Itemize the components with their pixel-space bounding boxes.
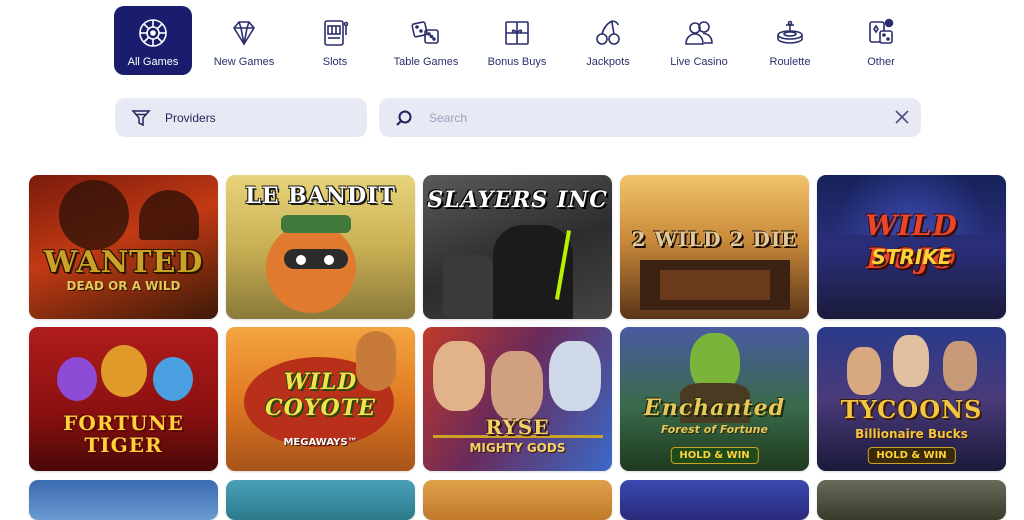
nav-label: Slots xyxy=(322,56,348,68)
game-subtitle: TIGER xyxy=(84,433,163,457)
search-input[interactable] xyxy=(427,109,871,126)
nav-item-jackpots[interactable]: Jackpots xyxy=(569,6,647,75)
game-subtitle: MIGHTY GODS xyxy=(469,441,566,455)
nav-label: Jackpots xyxy=(586,56,630,68)
game-tile-ryse-mighty-gods[interactable]: RYSE MIGHTY GODS xyxy=(423,327,612,471)
cards-dice-icon xyxy=(864,16,898,50)
game-tile-slayers-inc[interactable]: SLAYERS INC xyxy=(423,175,612,319)
game-tile[interactable] xyxy=(423,480,612,520)
nav-label: Bonus Buys xyxy=(487,56,547,68)
game-title: LE BANDIT xyxy=(245,183,396,209)
game-tile[interactable] xyxy=(620,480,809,520)
game-grid: WANTED DEAD OR A WILD LE BANDIT SLAYERS … xyxy=(29,175,1007,520)
nav-item-roulette[interactable]: Roulette xyxy=(751,6,829,75)
game-title: FORTUNE xyxy=(63,411,184,435)
game-tile-wanted[interactable]: WANTED DEAD OR A WILD xyxy=(29,175,218,319)
dice-icon xyxy=(409,16,443,50)
cherries-icon xyxy=(591,16,625,50)
game-title: WILD COYOTE xyxy=(265,369,376,421)
search-icon xyxy=(396,110,412,126)
game-tile[interactable] xyxy=(29,480,218,520)
search-bar xyxy=(379,98,921,137)
nav-item-other[interactable]: Other xyxy=(842,6,920,75)
nav-label: Roulette xyxy=(769,56,811,68)
providers-dropdown[interactable]: Providers xyxy=(115,98,367,137)
category-nav: All Games New Games Slots Table Games Bo… xyxy=(114,6,914,75)
filter-icon xyxy=(131,109,151,126)
nav-item-table-games[interactable]: Table Games xyxy=(387,6,465,75)
game-tile[interactable] xyxy=(817,480,1006,520)
nav-label: Other xyxy=(867,56,895,68)
nav-item-new-games[interactable]: New Games xyxy=(205,6,283,75)
game-tile-wild-coyote[interactable]: WILD COYOTE MEGAWAYS™ xyxy=(226,327,415,471)
roulette-wheel-icon xyxy=(136,16,170,50)
game-subtitle: DEAD OR A WILD xyxy=(66,279,181,293)
diamond-icon xyxy=(227,16,261,50)
nav-label: All Games xyxy=(127,56,179,68)
nav-item-all-games[interactable]: All Games xyxy=(114,6,192,75)
game-title: TYCOONS xyxy=(840,395,983,424)
game-title: WANTED xyxy=(43,245,204,280)
game-subtitle: Forest of Fortune xyxy=(661,423,768,436)
nav-label: Table Games xyxy=(393,56,459,68)
providers-label: Providers xyxy=(165,110,216,125)
game-subtitle: MEGAWAYS™ xyxy=(283,437,358,448)
game-tile-tycoons[interactable]: TYCOONS Billionaire Bucks HOLD & WIN xyxy=(817,327,1006,471)
game-subtitle: Billionaire Bucks xyxy=(855,427,968,441)
game-title: Enchanted xyxy=(644,395,785,421)
hold-and-win-badge: HOLD & WIN xyxy=(670,447,759,464)
gift-box-icon xyxy=(500,16,534,50)
game-tile-wild-dojo-strike[interactable]: WILD DOJO STRIKE xyxy=(817,175,1006,319)
game-title: RYSE xyxy=(485,415,550,439)
nav-item-bonus-buys[interactable]: Bonus Buys xyxy=(478,6,556,75)
game-tile[interactable] xyxy=(226,480,415,520)
game-tile-fortune-tiger[interactable]: FORTUNE TIGER xyxy=(29,327,218,471)
nav-label: New Games xyxy=(213,56,275,68)
game-tile-le-bandit[interactable]: LE BANDIT xyxy=(226,175,415,319)
game-tile-2-wild-2-die[interactable]: 2 WILD 2 DIE xyxy=(620,175,809,319)
game-title: 2 WILD 2 DIE xyxy=(631,227,798,251)
nav-item-live-casino[interactable]: Live Casino xyxy=(660,6,738,75)
nav-item-slots[interactable]: Slots xyxy=(296,6,374,75)
people-icon xyxy=(682,16,716,50)
hold-and-win-badge: HOLD & WIN xyxy=(867,447,956,464)
slot-machine-icon xyxy=(318,16,352,50)
game-title: SLAYERS INC xyxy=(427,187,608,213)
game-tile-enchanted[interactable]: Enchanted Forest of Fortune HOLD & WIN xyxy=(620,327,809,471)
game-subtitle: STRIKE xyxy=(871,245,952,269)
nav-label: Live Casino xyxy=(670,56,728,68)
close-icon[interactable] xyxy=(893,108,911,126)
roulette-table-icon xyxy=(773,16,807,50)
